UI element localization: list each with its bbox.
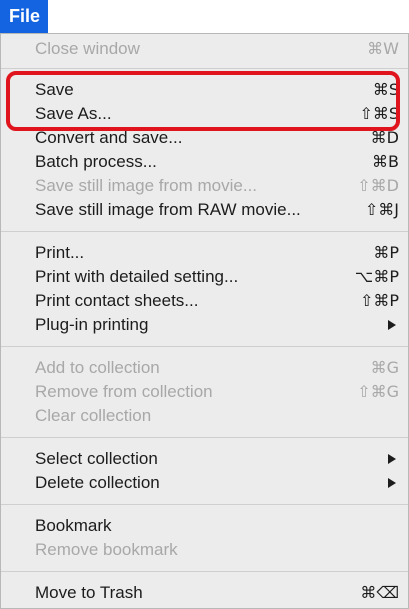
menu-item-shortcut: ⇧⌘J xyxy=(364,200,399,219)
menu-item-label: Save still image from movie... xyxy=(35,176,258,195)
menu-item-label: Select collection xyxy=(35,449,158,468)
menu-separator xyxy=(1,437,408,438)
file-menu-dropdown: Close window ⌘W Save ⌘S Save As... ⇧⌘S C… xyxy=(0,33,409,609)
menu-item-label: Print contact sheets... xyxy=(35,291,199,310)
menu-item-bookmark[interactable]: Bookmark xyxy=(1,513,408,539)
menu-item-shortcut: ⌥⌘P xyxy=(354,267,399,286)
menu-item-shortcut: ⇧⌘D xyxy=(357,176,399,195)
menu-item-label: Batch process... xyxy=(35,152,157,171)
menu-item-move-to-trash[interactable]: Move to Trash ⌘⌫ xyxy=(1,580,408,606)
file-menu-title[interactable]: File xyxy=(0,0,48,33)
submenu-arrow-icon xyxy=(388,454,396,464)
menu-item-label: Print... xyxy=(35,243,85,262)
menu-item-shortcut: ⌘W xyxy=(367,39,399,58)
menu-separator xyxy=(1,571,408,572)
menu-item-label: Remove from collection xyxy=(35,382,213,401)
menu-separator xyxy=(1,68,408,69)
menu-item-add-to-collection: Add to collection ⌘G xyxy=(1,355,408,381)
menu-item-plugin-printing[interactable]: Plug-in printing xyxy=(1,312,408,338)
menu-item-label: Move to Trash xyxy=(35,583,143,602)
menu-item-shortcut: ⇧⌘P xyxy=(359,291,399,310)
menu-separator xyxy=(1,346,408,347)
menu-item-save-still-from-raw-movie[interactable]: Save still image from RAW movie... ⇧⌘J xyxy=(1,197,408,223)
submenu-arrow-icon xyxy=(388,478,396,488)
menu-item-shortcut: ⌘B xyxy=(372,152,399,171)
menu-item-print-contact-sheets[interactable]: Print contact sheets... ⇧⌘P xyxy=(1,288,408,314)
menu-item-label: Save As... xyxy=(35,104,112,123)
menu-item-save[interactable]: Save ⌘S xyxy=(1,77,408,103)
menu-item-remove-from-collection: Remove from collection ⇧⌘G xyxy=(1,379,408,405)
menu-item-label: Convert and save... xyxy=(35,128,183,147)
menu-item-label: Add to collection xyxy=(35,358,160,377)
menu-separator xyxy=(1,231,408,232)
menu-item-shortcut: ⌘G xyxy=(370,358,399,377)
menu-item-label: Save xyxy=(35,80,74,99)
menu-item-shortcut: ⌘P xyxy=(373,243,399,262)
menu-item-label: Remove bookmark xyxy=(35,540,178,559)
menu-item-delete-collection[interactable]: Delete collection xyxy=(1,470,408,496)
menu-item-batch-process[interactable]: Batch process... ⌘B xyxy=(1,149,408,175)
menu-item-close-window: Close window ⌘W xyxy=(1,36,408,62)
menu-item-print[interactable]: Print... ⌘P xyxy=(1,240,408,266)
menu-item-shortcut: ⇧⌘G xyxy=(357,382,399,401)
menu-item-select-collection[interactable]: Select collection xyxy=(1,446,408,472)
menu-item-shortcut: ⌘D xyxy=(370,128,399,147)
menu-bar: File xyxy=(0,0,409,33)
menu-item-label: Bookmark xyxy=(35,516,112,535)
submenu-arrow-icon xyxy=(388,320,396,330)
menu-item-label: Delete collection xyxy=(35,473,160,492)
menu-item-clear-collection: Clear collection xyxy=(1,403,408,429)
menu-item-label: Save still image from RAW movie... xyxy=(35,200,301,219)
menu-item-save-as[interactable]: Save As... ⇧⌘S xyxy=(1,101,408,127)
menu-item-print-detailed[interactable]: Print with detailed setting... ⌥⌘P xyxy=(1,264,408,290)
menu-item-shortcut: ⌘S xyxy=(372,80,399,99)
menu-item-shortcut: ⇧⌘S xyxy=(359,104,399,123)
menu-item-label: Plug-in printing xyxy=(35,315,149,334)
menu-item-convert-and-save[interactable]: Convert and save... ⌘D xyxy=(1,125,408,151)
menu-item-label: Print with detailed setting... xyxy=(35,267,239,286)
menu-item-shortcut: ⌘⌫ xyxy=(360,583,399,602)
menu-item-label: Close window xyxy=(35,39,140,58)
menu-separator xyxy=(1,504,408,505)
menu-item-label: Clear collection xyxy=(35,406,152,425)
menu-item-save-still-from-movie: Save still image from movie... ⇧⌘D xyxy=(1,173,408,199)
menu-item-remove-bookmark: Remove bookmark xyxy=(1,537,408,563)
